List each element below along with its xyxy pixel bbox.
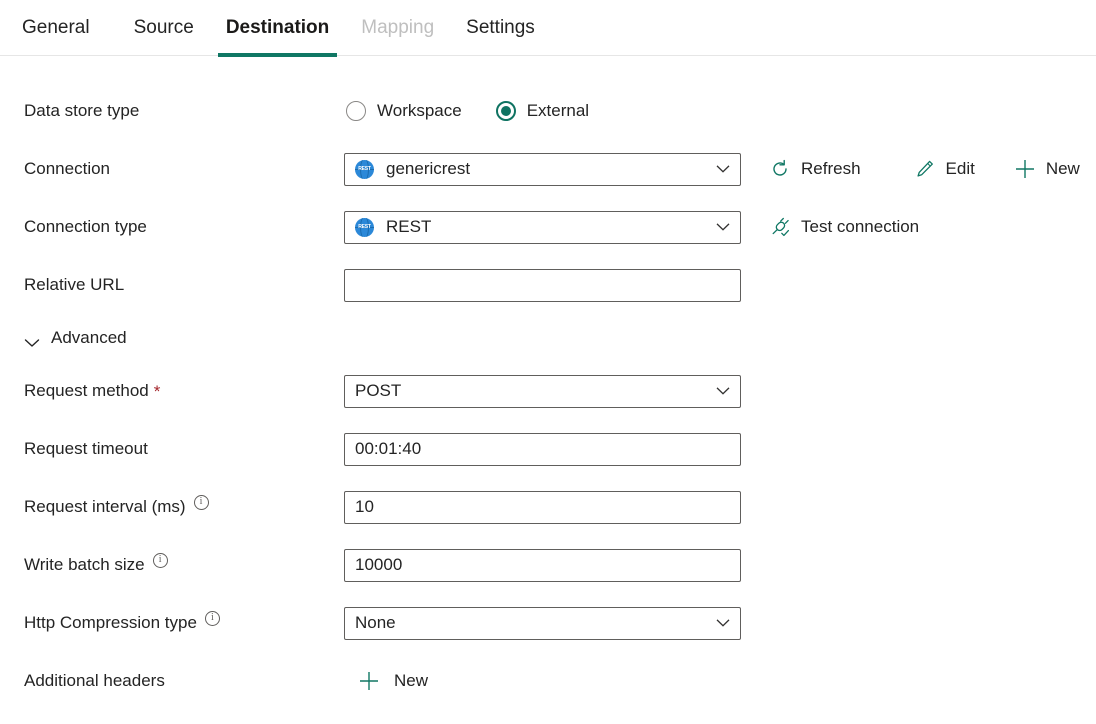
radio-external-label: External <box>527 101 589 121</box>
write-batch-size-input[interactable]: 10000 <box>344 549 741 582</box>
pencil-icon <box>913 157 937 181</box>
data-store-type-radio-group: Workspace External <box>344 101 589 121</box>
info-icon[interactable]: i <box>194 495 209 510</box>
http-compression-type-dropdown[interactable]: None <box>344 607 741 640</box>
label-request-interval-text: Request interval (ms) <box>24 497 186 517</box>
row-relative-url: Relative URL <box>0 256 1096 314</box>
edit-label: Edit <box>946 159 975 179</box>
row-write-batch-size: Write batch size i 10000 <box>0 536 1096 594</box>
label-write-batch-size-text: Write batch size <box>24 555 145 575</box>
plug-check-icon <box>768 215 792 239</box>
connection-type-value: REST <box>386 217 431 237</box>
add-header-label: New <box>394 671 428 691</box>
connection-control: REST genericrest <box>344 153 741 186</box>
write-batch-size-control: 10000 <box>344 549 741 582</box>
relative-url-control <box>344 269 741 302</box>
request-timeout-control: 00:01:40 <box>344 433 741 466</box>
info-icon[interactable]: i <box>205 611 220 626</box>
chevron-down-icon <box>716 165 730 174</box>
radio-external[interactable]: External <box>496 101 589 121</box>
rest-globe-icon: REST <box>355 218 374 237</box>
required-marker: * <box>154 383 161 400</box>
connection-type-dropdown[interactable]: REST REST <box>344 211 741 244</box>
request-method-value: POST <box>355 381 401 401</box>
label-relative-url: Relative URL <box>24 275 344 295</box>
plus-icon <box>358 670 380 692</box>
row-request-timeout: Request timeout 00:01:40 <box>0 420 1096 478</box>
chevron-down-icon <box>716 223 730 232</box>
request-interval-value: 10 <box>355 497 374 517</box>
row-http-compression-type: Http Compression type i None <box>0 594 1096 652</box>
chevron-down-icon <box>716 387 730 396</box>
request-interval-input[interactable]: 10 <box>344 491 741 524</box>
radio-workspace-indicator <box>346 101 366 121</box>
label-request-interval: Request interval (ms) i <box>24 497 344 517</box>
refresh-icon <box>768 157 792 181</box>
rest-globe-icon: REST <box>355 160 374 179</box>
tab-settings[interactable]: Settings <box>450 0 551 56</box>
connection-actions: Refresh Edit New <box>766 153 1082 185</box>
new-connection-button[interactable]: New <box>1011 153 1082 185</box>
new-connection-label: New <box>1046 159 1080 179</box>
label-http-compression-type: Http Compression type i <box>24 613 344 633</box>
test-connection-label: Test connection <box>801 217 919 237</box>
write-batch-size-value: 10000 <box>355 555 402 575</box>
add-header-button[interactable]: New <box>344 670 428 692</box>
request-interval-control: 10 <box>344 491 741 524</box>
request-method-dropdown[interactable]: POST <box>344 375 741 408</box>
label-request-method-text: Request method <box>24 381 149 401</box>
advanced-section-toggle[interactable]: Advanced <box>0 314 127 362</box>
plus-icon <box>1013 157 1037 181</box>
refresh-label: Refresh <box>801 159 861 179</box>
relative-url-input[interactable] <box>344 269 741 302</box>
tab-bar: General Source Destination Mapping Setti… <box>0 0 1096 56</box>
connection-dropdown[interactable]: REST genericrest <box>344 153 741 186</box>
row-additional-headers: Additional headers New <box>0 652 1096 710</box>
chevron-down-icon <box>716 619 730 628</box>
test-connection-button[interactable]: Test connection <box>766 211 921 243</box>
radio-workspace-label: Workspace <box>377 101 462 121</box>
tab-mapping: Mapping <box>345 0 450 56</box>
row-request-interval: Request interval (ms) i 10 <box>0 478 1096 536</box>
label-additional-headers: Additional headers <box>24 671 344 691</box>
label-request-timeout: Request timeout <box>24 439 344 459</box>
destination-form: Data store type Workspace External Conne… <box>0 56 1096 710</box>
radio-workspace[interactable]: Workspace <box>346 101 462 121</box>
http-compression-type-control: None <box>344 607 741 640</box>
row-request-method: Request method * POST <box>0 362 1096 420</box>
tab-source[interactable]: Source <box>118 0 210 56</box>
refresh-button[interactable]: Refresh <box>766 153 863 185</box>
label-write-batch-size: Write batch size i <box>24 555 344 575</box>
edit-button[interactable]: Edit <box>911 153 977 185</box>
request-timeout-input[interactable]: 00:01:40 <box>344 433 741 466</box>
row-connection: Connection REST genericrest Refresh <box>0 140 1096 198</box>
http-compression-type-value: None <box>355 613 396 633</box>
label-request-method: Request method * <box>24 381 344 401</box>
radio-external-indicator <box>496 101 516 121</box>
row-data-store-type: Data store type Workspace External <box>0 82 1096 140</box>
request-timeout-value: 00:01:40 <box>355 439 421 459</box>
tab-destination[interactable]: Destination <box>210 0 345 56</box>
connection-type-control: REST REST <box>344 211 741 244</box>
connection-type-actions: Test connection <box>766 211 921 243</box>
chevron-down-icon <box>24 333 40 343</box>
label-connection-type: Connection type <box>24 217 344 237</box>
connection-value: genericrest <box>386 159 470 179</box>
label-connection: Connection <box>24 159 344 179</box>
tab-general[interactable]: General <box>22 0 106 56</box>
additional-headers-control: New <box>344 670 428 692</box>
info-icon[interactable]: i <box>153 553 168 568</box>
label-http-compression-type-text: Http Compression type <box>24 613 197 633</box>
row-connection-type: Connection type REST REST <box>0 198 1096 256</box>
label-data-store-type: Data store type <box>24 101 344 121</box>
request-method-control: POST <box>344 375 741 408</box>
advanced-label: Advanced <box>51 328 127 348</box>
